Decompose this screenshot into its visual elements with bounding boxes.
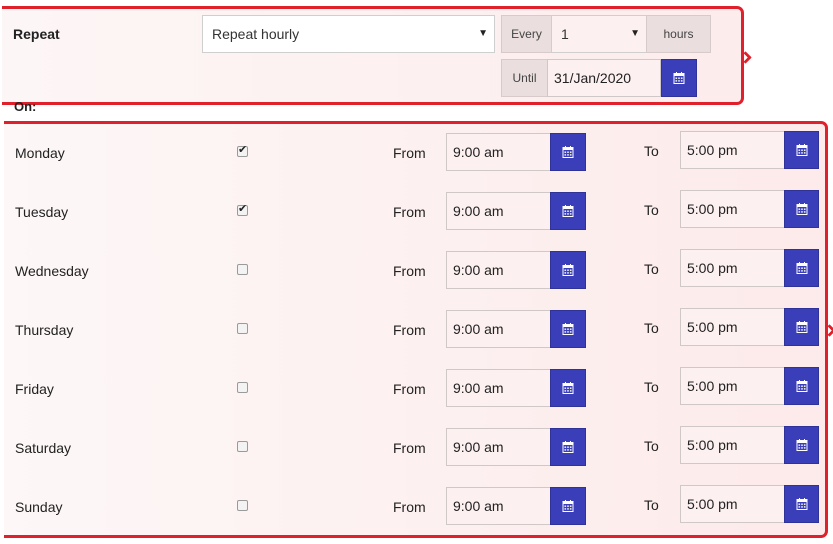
repeat-mode-value: Repeat hourly: [212, 26, 300, 42]
calendar-icon: [562, 382, 574, 394]
calendar-icon: [796, 144, 807, 156]
calendar-icon: [796, 321, 807, 333]
every-value: 1: [561, 26, 569, 42]
calendar-icon: [796, 439, 807, 451]
day-checkbox[interactable]: ✔: [237, 203, 248, 216]
from-time-input[interactable]: 9:00 am: [446, 192, 551, 230]
until-date-input[interactable]: 31/Jan/2020: [547, 59, 661, 97]
day-name: Tuesday: [15, 204, 69, 220]
from-calendar-button[interactable]: [550, 310, 586, 348]
to-time-input[interactable]: 5:00 pm: [680, 131, 785, 169]
to-calendar-button[interactable]: [784, 190, 819, 228]
from-time-input[interactable]: 9:00 am: [446, 133, 551, 171]
to-time-input[interactable]: 5:00 pm: [680, 190, 785, 228]
from-label: From: [393, 381, 426, 397]
from-calendar-button[interactable]: [550, 192, 586, 230]
to-calendar-button[interactable]: [784, 131, 819, 169]
calendar-icon: [562, 264, 574, 276]
calendar-icon: [562, 323, 574, 335]
from-label: From: [393, 145, 426, 161]
day-name: Friday: [15, 381, 54, 397]
from-time-input[interactable]: 9:00 am: [446, 251, 551, 289]
day-name: Sunday: [15, 499, 63, 515]
to-time-input[interactable]: 5:00 pm: [680, 308, 785, 346]
from-calendar-button[interactable]: [550, 369, 586, 407]
from-label: From: [393, 204, 426, 220]
repeat-mode-select[interactable]: Repeat hourly ▼: [202, 15, 495, 53]
from-calendar-button[interactable]: [550, 428, 586, 466]
day-name: Wednesday: [15, 263, 89, 279]
calendar-icon: [562, 205, 574, 217]
day-checkbox[interactable]: ✔: [237, 264, 248, 275]
to-calendar-button[interactable]: [784, 485, 819, 523]
to-time-input[interactable]: 5:00 pm: [680, 485, 785, 523]
repeat-label: Repeat: [13, 26, 60, 42]
to-calendar-button[interactable]: [784, 249, 819, 287]
to-time-input[interactable]: 5:00 pm: [680, 367, 785, 405]
until-addon: Until: [501, 59, 548, 97]
from-calendar-button[interactable]: [550, 487, 586, 525]
day-name: Monday: [15, 145, 65, 161]
to-calendar-button[interactable]: [784, 367, 819, 405]
calendar-icon: [796, 262, 807, 274]
until-calendar-button[interactable]: [661, 59, 697, 97]
to-label: To: [644, 320, 659, 336]
to-calendar-button[interactable]: [784, 426, 819, 464]
calendar-icon: [562, 500, 574, 512]
to-time-input[interactable]: 5:00 pm: [680, 249, 785, 287]
from-calendar-button[interactable]: [550, 251, 586, 289]
calendar-icon: [796, 498, 807, 510]
from-time-input[interactable]: 9:00 am: [446, 428, 551, 466]
from-label: From: [393, 263, 426, 279]
from-label: From: [393, 322, 426, 338]
from-label: From: [393, 499, 426, 515]
chevron-down-icon: ▼: [478, 28, 488, 39]
day-name: Thursday: [15, 322, 74, 338]
every-select[interactable]: 1 ▼: [551, 15, 647, 53]
from-time-input[interactable]: 9:00 am: [446, 310, 551, 348]
to-label: To: [644, 143, 659, 159]
to-label: To: [644, 261, 659, 277]
to-label: To: [644, 379, 659, 395]
to-time-input[interactable]: 5:00 pm: [680, 426, 785, 464]
day-name: Saturday: [15, 440, 72, 456]
chevron-down-icon: ▼: [630, 28, 640, 39]
calendar-icon: [796, 380, 807, 392]
to-label: To: [644, 438, 659, 454]
day-checkbox[interactable]: ✔: [237, 144, 248, 157]
day-checkbox[interactable]: ✔: [237, 441, 248, 452]
to-label: To: [644, 497, 659, 513]
day-checkbox[interactable]: ✔: [237, 382, 248, 393]
calendar-icon: [562, 441, 574, 453]
day-checkbox[interactable]: ✔: [237, 500, 248, 511]
hours-addon: hours: [646, 15, 711, 53]
to-calendar-button[interactable]: [784, 308, 819, 346]
day-checkbox[interactable]: ✔: [237, 323, 248, 334]
checkmark-icon: ✔: [238, 144, 248, 156]
to-label: To: [644, 202, 659, 218]
from-label: From: [393, 440, 426, 456]
every-addon: Every: [501, 15, 552, 53]
from-calendar-button[interactable]: [550, 133, 586, 171]
calendar-icon: [562, 146, 574, 158]
from-time-input[interactable]: 9:00 am: [446, 487, 551, 525]
calendar-icon: [673, 72, 685, 84]
on-label: On:: [14, 99, 37, 114]
calendar-icon: [796, 203, 807, 215]
checkmark-icon: ✔: [238, 203, 248, 215]
from-time-input[interactable]: 9:00 am: [446, 369, 551, 407]
